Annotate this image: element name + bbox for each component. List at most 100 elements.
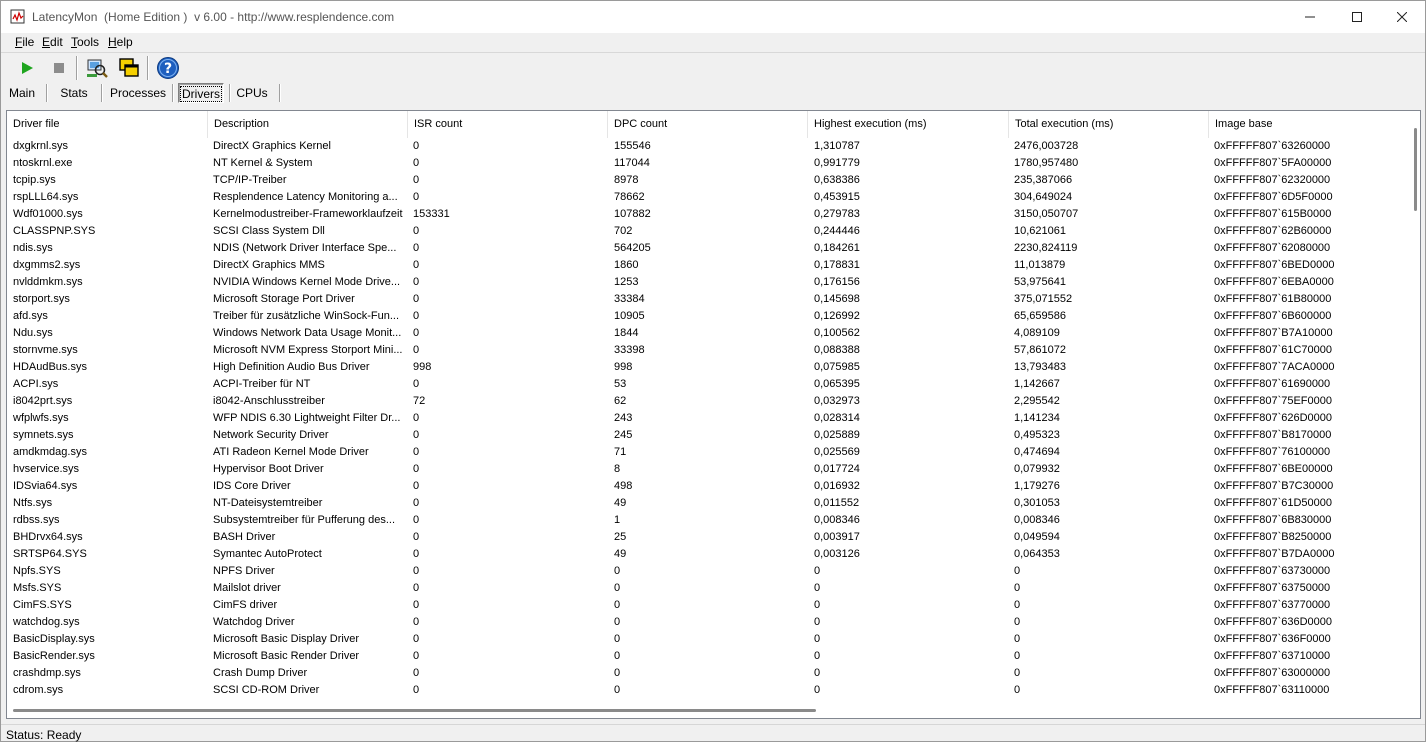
table-row[interactable]: watchdog.sys Watchdog Driver 0 0 0 0 0xFFFFF80… <box>7 614 1411 631</box>
menu-edit[interactable]: Edit <box>42 35 63 49</box>
table-row[interactable]: BasicDisplay.sys Microsoft Basic Display … <box>7 631 1411 648</box>
table-row[interactable]: nvlddmkm.sys NVIDIA Windows Kernel Mode D… <box>7 274 1411 291</box>
tab-main[interactable]: Main <box>4 83 40 103</box>
cell-total-execution: 1780,957480 <box>1014 157 1079 169</box>
toolbar: ? <box>1 52 1425 82</box>
maximize-button[interactable] <box>1334 1 1380 33</box>
vertical-scrollbar[interactable] <box>1411 111 1420 703</box>
table-row[interactable]: ACPI.sys ACPI-Treiber für NT 0 53 0,065395 1,… <box>7 376 1411 393</box>
tab-separator <box>101 84 103 102</box>
cell-highest-execution: 0,244446 <box>814 225 860 237</box>
cell-description: Symantec AutoProtect <box>213 548 322 560</box>
cell-total-execution: 11,013879 <box>1014 259 1066 271</box>
cell-dpc-count: 78662 <box>614 191 645 203</box>
table-row[interactable]: i8042prt.sys i8042-Anschlusstreiber 72 62 0,… <box>7 393 1411 410</box>
cell-dpc-count: 8978 <box>614 174 639 186</box>
cell-dpc-count: 33398 <box>614 344 645 356</box>
table-row[interactable]: storport.sys Microsoft Storage Port Drive… <box>7 291 1411 308</box>
cell-driver-file: ntoskrnl.exe <box>13 157 73 169</box>
cell-highest-execution: 0 <box>814 684 821 696</box>
column-header-isr-count[interactable]: ISR count <box>408 111 608 138</box>
cell-dpc-count: 0 <box>614 684 621 696</box>
tab-cpus[interactable]: CPUs <box>234 83 270 103</box>
column-header-description[interactable]: Description <box>208 111 408 138</box>
cell-dpc-count: 0 <box>614 582 621 594</box>
title-bar[interactable]: LatencyMon (Home Edition ) v 6.00 - http… <box>1 1 1425 33</box>
table-row[interactable]: wfplwfs.sys WFP NDIS 6.30 Lightweight Fil… <box>7 410 1411 427</box>
close-button[interactable] <box>1379 1 1425 33</box>
cell-dpc-count: 0 <box>614 616 621 628</box>
table-row[interactable]: ntoskrnl.exe NT Kernel & System 0 117044 0,9… <box>7 155 1411 172</box>
cell-total-execution: 0 <box>1014 650 1021 662</box>
table-row[interactable]: BasicRender.sys Microsoft Basic Render Dr… <box>7 648 1411 665</box>
table-row[interactable]: dxgmms2.sys DirectX Graphics MMS 0 1860 0,17… <box>7 257 1411 274</box>
column-header-driver-file[interactable]: Driver file <box>7 111 208 138</box>
cell-total-execution: 0 <box>1014 565 1021 577</box>
cell-highest-execution: 0 <box>814 650 821 662</box>
cell-total-execution: 1,141234 <box>1014 412 1060 424</box>
column-header-total-execution[interactable]: Total execution (ms) <box>1009 111 1209 138</box>
menu-help[interactable]: Help <box>108 35 133 49</box>
cell-highest-execution: 0,011552 <box>814 497 860 509</box>
tab-drivers[interactable]: Drivers <box>178 83 224 103</box>
help-button[interactable]: ? <box>155 55 181 81</box>
horizontal-scrollbar[interactable] <box>7 703 1411 718</box>
cell-image-base: 0xFFFFF807`61D50000 <box>1214 497 1332 509</box>
column-header-highest-execution[interactable]: Highest execution (ms) <box>808 111 1009 138</box>
table-row[interactable]: CLASSPNP.SYS SCSI Class System Dll 0 702 0,2… <box>7 223 1411 240</box>
cell-isr-count: 0 <box>413 191 420 203</box>
cell-total-execution: 13,793483 <box>1014 361 1066 373</box>
cell-driver-file: dxgkrnl.sys <box>13 140 69 152</box>
table-row[interactable]: BHDrvx64.sys BASH Driver 0 25 0,003917 0,0495… <box>7 529 1411 546</box>
table-row[interactable]: hvservice.sys Hypervisor Boot Driver 0 8 0,0… <box>7 461 1411 478</box>
table-row[interactable]: Npfs.SYS NPFS Driver 0 0 0 0 0xFFFFF807`637300… <box>7 563 1411 580</box>
tab-stats[interactable]: Stats <box>52 83 96 103</box>
table-row[interactable]: Msfs.SYS Mailslot driver 0 0 0 0 0xFFFFF807`63… <box>7 580 1411 597</box>
table-row[interactable]: CimFS.SYS CimFS driver 0 0 0 0 0xFFFFF807`6377… <box>7 597 1411 614</box>
table-row[interactable]: symnets.sys Network Security Driver 0 245 0,… <box>7 427 1411 444</box>
cell-highest-execution: 0 <box>814 599 821 611</box>
menu-file[interactable]: File <box>15 35 34 49</box>
start-button[interactable] <box>14 55 40 81</box>
cell-highest-execution: 0,025889 <box>814 429 860 441</box>
table-row[interactable]: rspLLL64.sys Resplendence Latency Monitor… <box>7 189 1411 206</box>
table-row[interactable]: Wdf01000.sys Kernelmodustreiber-Framework… <box>7 206 1411 223</box>
table-row[interactable]: ndis.sys NDIS (Network Driver Interface S… <box>7 240 1411 257</box>
windows-button[interactable] <box>116 55 142 81</box>
cell-highest-execution: 0,032973 <box>814 395 860 407</box>
column-header-image-base[interactable]: Image base <box>1209 111 1411 138</box>
cell-description: NT Kernel & System <box>213 157 313 169</box>
cell-image-base: 0xFFFFF807`6EBA0000 <box>1214 276 1334 288</box>
table-row[interactable]: tcpip.sys TCP/IP-Treiber 0 8978 0,638386 235,… <box>7 172 1411 189</box>
menu-tools[interactable]: Tools <box>71 35 99 49</box>
table-row[interactable]: Ndu.sys Windows Network Data Usage Monit.… <box>7 325 1411 342</box>
table-row[interactable]: stornvme.sys Microsoft NVM Express Storpo… <box>7 342 1411 359</box>
table-row[interactable]: IDSvia64.sys IDS Core Driver 0 498 0,016932 1… <box>7 478 1411 495</box>
cell-description: Microsoft Basic Display Driver <box>213 633 360 645</box>
cell-driver-file: dxgmms2.sys <box>13 259 81 271</box>
table-row[interactable]: SRTSP64.SYS Symantec AutoProtect 0 49 0,0031… <box>7 546 1411 563</box>
cell-isr-count: 0 <box>413 225 420 237</box>
stop-button[interactable] <box>46 55 72 81</box>
table-row[interactable]: cdrom.sys SCSI CD-ROM Driver 0 0 0 0 0xFFFFF80… <box>7 682 1411 699</box>
table-row[interactable]: rdbss.sys Subsystemtreiber für Pufferung … <box>7 512 1411 529</box>
cell-dpc-count: 1 <box>614 514 621 526</box>
table-row[interactable]: HDAudBus.sys High Definition Audio Bus Dr… <box>7 359 1411 376</box>
table-row[interactable]: Ntfs.sys NT-Dateisystemtreiber 0 49 0,011552… <box>7 495 1411 512</box>
minimize-button[interactable] <box>1287 1 1333 33</box>
table-row[interactable]: dxgkrnl.sys DirectX Graphics Kernel 0 15554… <box>7 138 1411 155</box>
cell-description: SCSI CD-ROM Driver <box>213 684 320 696</box>
table-row[interactable]: crashdmp.sys Crash Dump Driver 0 0 0 0 0xFFFFF… <box>7 665 1411 682</box>
tab-processes[interactable]: Processes <box>108 83 168 103</box>
horizontal-scroll-thumb[interactable] <box>13 709 816 712</box>
table-row[interactable]: afd.sys Treiber für zusätzliche WinSock-F… <box>7 308 1411 325</box>
drivers-table[interactable]: Driver file Description ISR count DPC co… <box>6 110 1421 719</box>
column-header-dpc-count[interactable]: DPC count <box>608 111 808 138</box>
table-row[interactable]: amdkmdag.sys ATI Radeon Kernel Mode Drive… <box>7 444 1411 461</box>
cell-total-execution: 2,295542 <box>1014 395 1060 407</box>
vertical-scroll-thumb[interactable] <box>1414 128 1417 211</box>
cell-description: Watchdog Driver <box>213 616 295 628</box>
analyze-button[interactable] <box>84 55 110 81</box>
cell-description: CimFS driver <box>213 599 278 611</box>
analyze-icon <box>87 59 108 78</box>
